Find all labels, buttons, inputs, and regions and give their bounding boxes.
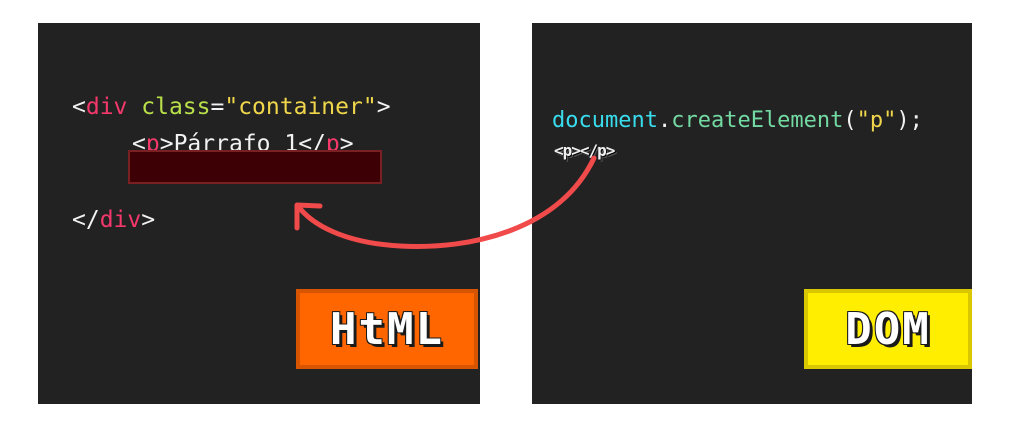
tag-name-div: div <box>85 94 128 120</box>
attribute-value: "container" <box>224 94 377 120</box>
element-argument: "p" <box>856 108 897 133</box>
create-element-code: document.createElement("p"); <box>552 107 923 135</box>
angle-close: > <box>141 207 156 233</box>
insertion-placeholder <box>128 150 382 184</box>
angle-close: > <box>376 94 391 120</box>
dot: . <box>657 108 672 133</box>
tag-name-div-close: div <box>99 207 142 233</box>
code-line-div-open: <div class="container"> <box>72 93 391 121</box>
equals-sign: = <box>210 94 225 120</box>
create-element-method: createElement <box>671 108 844 133</box>
html-badge: HtML <box>296 289 478 369</box>
document-object: document <box>552 108 658 133</box>
angle-open: < <box>72 94 86 120</box>
attribute-class: class <box>127 94 211 120</box>
paren-open: ( <box>843 108 857 133</box>
dom-badge: DOM <box>804 289 972 369</box>
paren-close: ); <box>896 108 923 133</box>
angle-open-slash: </ <box>72 207 100 233</box>
code-line-div-close: </div> <box>72 206 155 234</box>
html-panel: <div class="container"> <p>Párrafo 1</p>… <box>38 23 480 404</box>
created-element-label: <p></p> <box>554 141 615 160</box>
dom-panel: document.createElement("p"); <p></p> DOM <box>532 23 972 404</box>
